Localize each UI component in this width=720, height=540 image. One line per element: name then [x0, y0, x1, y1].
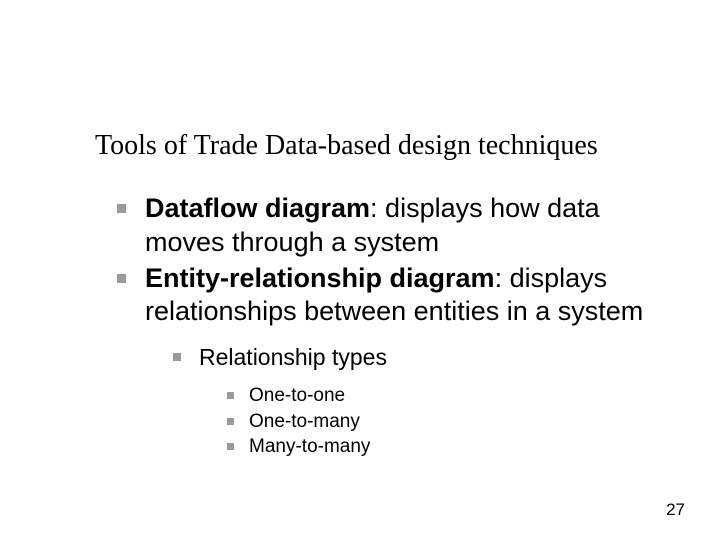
list-item: Many-to-many — [227, 435, 665, 460]
list-item: One-to-many — [227, 410, 665, 435]
term-dataflow: Dataflow diagram — [145, 193, 370, 223]
type-many-to-many: Many-to-many — [249, 436, 370, 457]
slide: Tools of Trade Data-based design techniq… — [0, 0, 720, 540]
bullet-list-level2: Relationship types One-to-one One-to-man… — [173, 343, 665, 460]
bullet-list-level1: Dataflow diagram: displays how data move… — [117, 192, 665, 460]
list-item: Dataflow diagram: displays how data move… — [117, 192, 665, 260]
bullet-square-icon — [227, 418, 234, 425]
type-one-to-many: One-to-many — [249, 411, 360, 432]
bullet-square-icon — [227, 443, 234, 450]
list-item: Entity-relationship diagram: displays re… — [117, 262, 665, 460]
list-item: Relationship types One-to-one One-to-man… — [173, 343, 665, 460]
term-erd: Entity-relationship diagram — [145, 263, 495, 293]
type-one-to-one: One-to-one — [249, 385, 345, 406]
list-item: One-to-one — [227, 384, 665, 409]
bullet-square-icon — [117, 204, 126, 213]
bullet-square-icon — [117, 274, 126, 283]
subheading-relationship-types: Relationship types — [199, 344, 387, 370]
slide-title: Tools of Trade Data-based design techniq… — [95, 130, 665, 162]
bullet-square-icon — [227, 392, 234, 399]
page-number: 27 — [666, 500, 685, 520]
bullet-list-level3: One-to-one One-to-many Many-to-many — [227, 384, 665, 460]
bullet-square-icon — [173, 353, 181, 361]
